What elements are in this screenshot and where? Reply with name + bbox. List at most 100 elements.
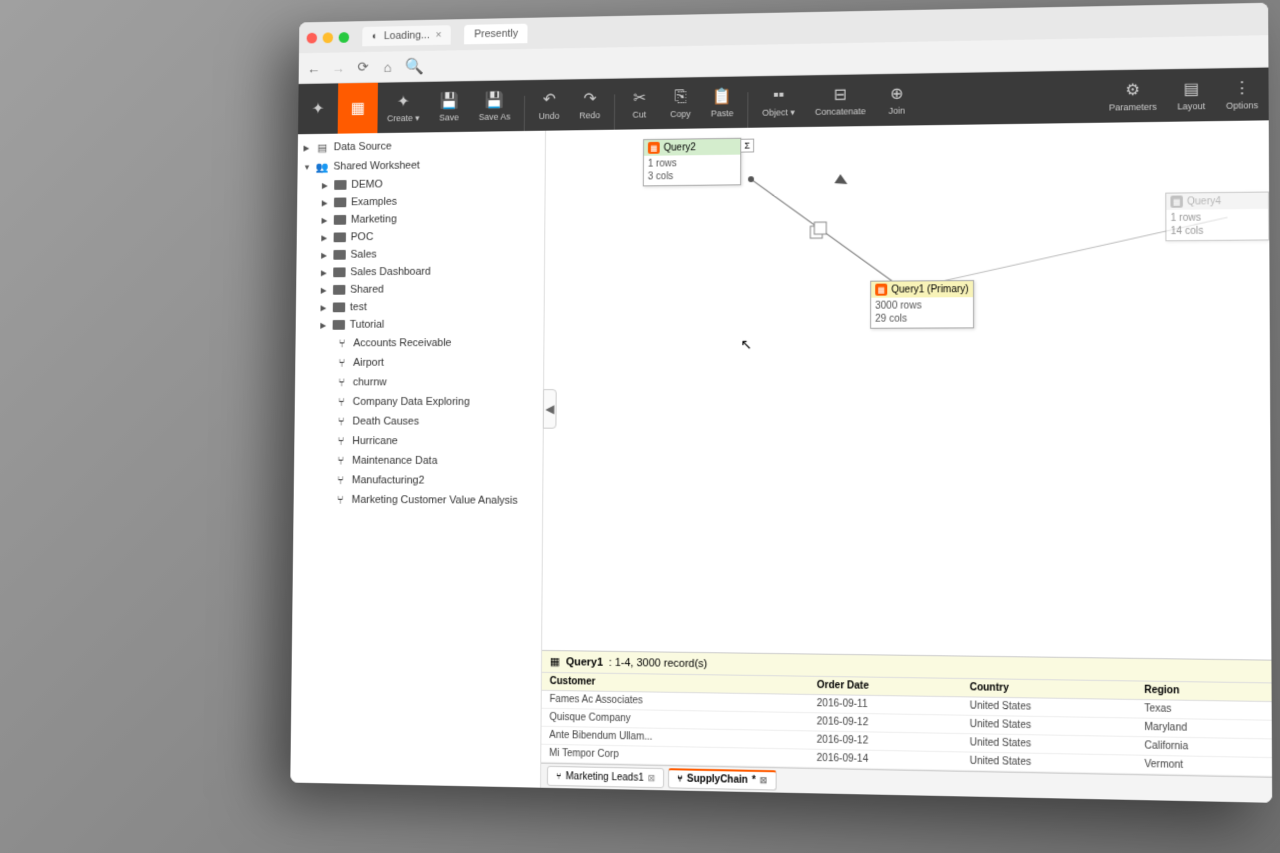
sidebar-item-label: Examples bbox=[351, 196, 397, 208]
node-rows: 1 rows bbox=[648, 157, 736, 171]
chevron-right-icon: ▶ bbox=[322, 181, 330, 190]
datasource-icon: ▤ bbox=[316, 141, 329, 155]
spinner-icon: ◐ bbox=[372, 31, 378, 43]
redo-icon: ↷ bbox=[583, 89, 596, 109]
folder-icon bbox=[333, 302, 345, 312]
home-icon[interactable]: ⌂ bbox=[380, 59, 395, 75]
table-icon: ▦ bbox=[550, 655, 560, 668]
sidebar-folder[interactable]: ▶ Marketing bbox=[297, 209, 545, 229]
undo-icon: ↶ bbox=[543, 89, 556, 109]
options-button[interactable]: ⋮Options bbox=[1215, 68, 1268, 122]
forward-icon[interactable]: → bbox=[331, 60, 346, 76]
module-icon: ▦ bbox=[351, 98, 366, 118]
table-cell: Texas bbox=[1136, 699, 1272, 720]
layout-button[interactable]: ▤Layout bbox=[1167, 68, 1216, 121]
folder-icon bbox=[333, 285, 345, 295]
sidebar-worksheet[interactable]: ⑂Maintenance Data bbox=[294, 451, 543, 471]
sidebar-folder[interactable]: ▶Shared bbox=[296, 280, 544, 299]
sidebar-worksheet[interactable]: ⑂ churnw bbox=[295, 372, 543, 392]
sidebar-folder[interactable]: ▶POC bbox=[297, 227, 545, 247]
worksheet-tab[interactable]: ⑂ Marketing Leads1 ⊠ bbox=[547, 766, 664, 788]
folder-icon bbox=[333, 267, 345, 277]
sidebar-worksheet[interactable]: ⑂Manufacturing2 bbox=[294, 470, 543, 491]
sidebar-worksheet[interactable]: ⑂Airport bbox=[295, 353, 543, 373]
column-header[interactable]: Order Date bbox=[809, 677, 962, 697]
table-cell: Maryland bbox=[1136, 718, 1272, 739]
sigma-badge[interactable]: Σ bbox=[740, 139, 754, 153]
close-icon[interactable]: ⊠ bbox=[760, 775, 768, 786]
sidebar-folder[interactable]: ▶test bbox=[296, 297, 544, 316]
sidebar-worksheet[interactable]: ⑂Accounts Receivable bbox=[295, 333, 543, 353]
sidebar-folder[interactable]: ▶Sales bbox=[296, 244, 544, 263]
window-close-button[interactable] bbox=[307, 32, 317, 43]
worksheet-tab-active[interactable]: ⑂ SupplyChain * ⊠ bbox=[668, 768, 776, 790]
worksheet-icon: ⑂ bbox=[334, 454, 347, 468]
node-rows: 1 rows bbox=[1170, 211, 1264, 225]
query-node-query2[interactable]: ▦Query2 Σ 1 rows3 cols bbox=[643, 138, 741, 187]
folder-icon bbox=[334, 215, 346, 225]
close-icon[interactable]: ⊠ bbox=[648, 772, 656, 783]
chevron-right-icon: ▶ bbox=[321, 268, 329, 277]
sidebar-worksheet[interactable]: ⑂Death Causes bbox=[294, 412, 542, 432]
node-cols: 14 cols bbox=[1171, 224, 1265, 238]
sidebar-item-label: Tutorial bbox=[350, 319, 385, 331]
redo-button[interactable]: ↷Redo bbox=[569, 79, 610, 131]
query-node-query1[interactable]: ▦Query1 (Primary) 3000 rows29 cols bbox=[870, 280, 974, 329]
sidebar-item-label: Marketing Customer Value Analysis bbox=[352, 494, 518, 507]
sidebar-item-label: Marketing bbox=[351, 213, 397, 225]
sidebar-collapse-handle[interactable]: ◀ bbox=[543, 389, 557, 429]
parameters-button[interactable]: ⚙Parameters bbox=[1099, 69, 1167, 122]
join-button[interactable]: ⊕Join bbox=[876, 74, 918, 126]
query-node-query4[interactable]: ▦Query4 1 rows14 cols bbox=[1165, 192, 1269, 242]
object-button[interactable]: ▪▪Object ▾ bbox=[752, 75, 805, 127]
sidebar: ▶ ▤ Data Source ▼ 👥 Shared Worksheet ▶DE… bbox=[290, 131, 546, 788]
browser-tab-presently[interactable]: Presently bbox=[464, 24, 527, 45]
cut-button[interactable]: ✂Cut bbox=[619, 78, 660, 130]
undo-button[interactable]: ↶Undo bbox=[529, 79, 570, 130]
table-cell: 2016-09-14 bbox=[809, 749, 962, 770]
back-icon[interactable]: ← bbox=[306, 60, 321, 76]
chevron-right-icon: ▶ bbox=[320, 321, 328, 330]
copy-button[interactable]: ⎘Copy bbox=[660, 77, 701, 129]
worksheet-icon: ⑂ bbox=[335, 376, 348, 390]
sidebar-folder[interactable]: ▶ Sales Dashboard bbox=[296, 262, 544, 281]
sidebar-item-label: Airport bbox=[353, 357, 384, 369]
parameters-icon: ⚙ bbox=[1125, 80, 1140, 100]
paste-button[interactable]: 📋Paste bbox=[701, 77, 744, 129]
window-maximize-button[interactable] bbox=[339, 32, 350, 43]
table-cell: Vermont bbox=[1136, 755, 1272, 776]
reload-icon[interactable]: ⟳ bbox=[355, 59, 370, 75]
gear-icon: ⋮ bbox=[1234, 78, 1251, 99]
sidebar-folder[interactable]: ▶ Tutorial bbox=[296, 315, 544, 334]
chevron-right-icon: ▶ bbox=[322, 198, 330, 207]
sidebar-item-label: Manufacturing2 bbox=[352, 474, 425, 486]
create-button[interactable]: ✦Create ▾ bbox=[377, 82, 429, 133]
sidebar-worksheet[interactable]: ⑂Company Data Exploring bbox=[295, 392, 543, 412]
layout-icon: ▤ bbox=[1183, 79, 1199, 99]
module-button[interactable]: ▦ bbox=[338, 83, 378, 134]
sidebar-item-label: POC bbox=[351, 231, 374, 243]
tab-close-icon[interactable]: × bbox=[435, 29, 441, 41]
worksheet-icon: ⑂ bbox=[556, 771, 562, 782]
folder-icon bbox=[334, 197, 346, 207]
save-as-button[interactable]: 💾Save As bbox=[469, 80, 520, 131]
column-header[interactable]: Region bbox=[1136, 681, 1272, 701]
sidebar-item-label: churnw bbox=[353, 377, 387, 389]
node-title: Query2 bbox=[664, 142, 696, 153]
node-title: Query1 (Primary) bbox=[891, 284, 968, 295]
sidebar-worksheet[interactable]: ⑂Marketing Customer Value Analysis bbox=[294, 490, 543, 511]
chevron-right-icon: ▶ bbox=[321, 216, 329, 225]
browser-tab-loading[interactable]: ◐ Loading... × bbox=[362, 25, 451, 46]
concatenate-button[interactable]: ⊟Concatenate bbox=[805, 74, 876, 127]
sidebar-worksheet[interactable]: ⑂Hurricane bbox=[294, 431, 543, 451]
window-minimize-button[interactable] bbox=[323, 32, 333, 43]
worksheet-icon: ⑂ bbox=[334, 434, 347, 448]
canvas[interactable]: ◀ ▦Query2 Σ 1 rows3 cols ▦Query1 (Primar… bbox=[542, 120, 1271, 659]
sidebar-item-label: Sales Dashboard bbox=[350, 266, 431, 278]
save-button[interactable]: 💾Save bbox=[429, 81, 470, 132]
tab-label: SupplyChain bbox=[687, 774, 748, 786]
data-title-range: : 1-4, 3000 record(s) bbox=[609, 656, 707, 669]
logo-button[interactable]: ✦ bbox=[298, 83, 338, 134]
tab-label: Presently bbox=[474, 28, 518, 41]
table-icon: ▦ bbox=[648, 142, 660, 154]
